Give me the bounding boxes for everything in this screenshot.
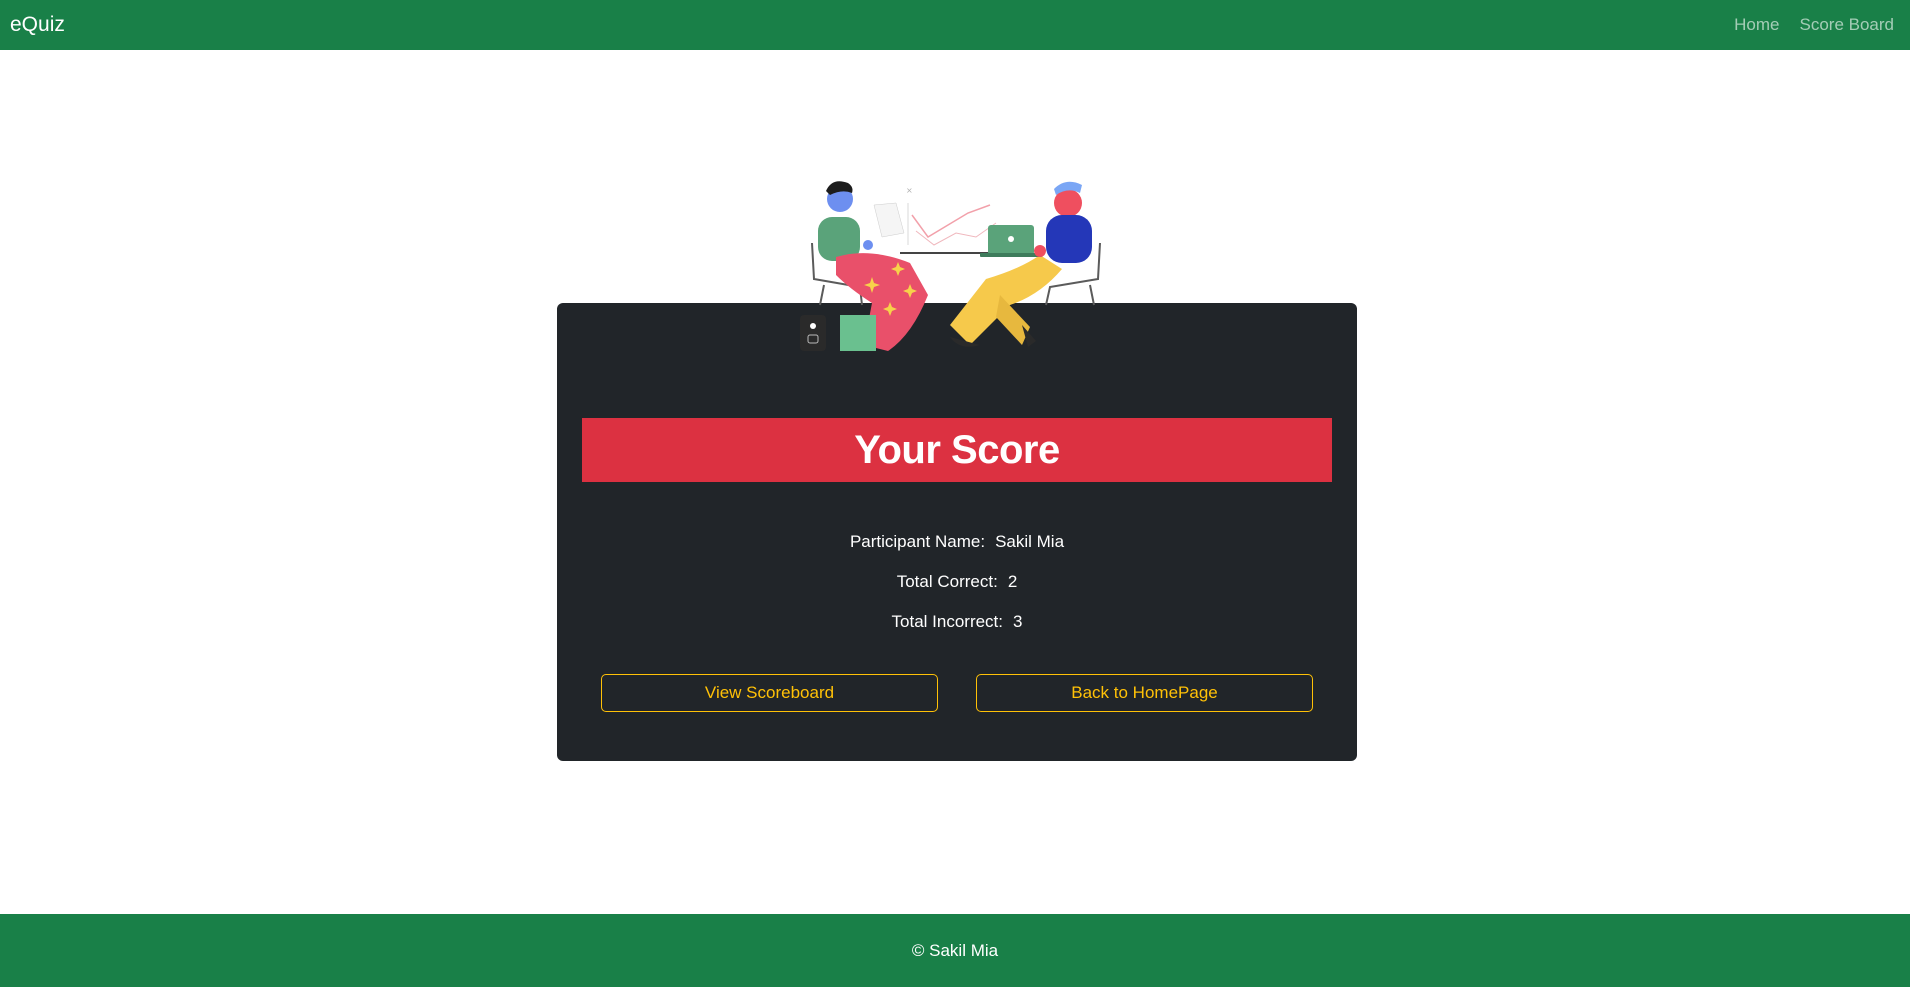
score-title: Your Score xyxy=(854,427,1060,472)
participant-name-label: Participant Name: xyxy=(849,532,986,551)
back-to-homepage-button[interactable]: Back to HomePage xyxy=(976,674,1313,712)
nav-links: Home Score Board xyxy=(1734,15,1900,35)
view-scoreboard-button[interactable]: View Scoreboard xyxy=(601,674,938,712)
total-incorrect-value: 3 xyxy=(1013,612,1023,631)
total-incorrect-label: Total Incorrect: xyxy=(891,612,1004,631)
total-incorrect-row: Total Incorrect: 3 xyxy=(557,612,1357,632)
participant-name-value: Sakil Mia xyxy=(995,532,1065,551)
total-correct-row: Total Correct: 2 xyxy=(557,572,1357,592)
participant-name-row: Participant Name: Sakil Mia xyxy=(557,532,1357,552)
total-correct-value: 2 xyxy=(1007,572,1018,591)
two-people-working-illustration: × xyxy=(800,181,1101,351)
brand-logo[interactable]: eQuiz xyxy=(10,13,65,37)
total-correct-label: Total Correct: xyxy=(896,572,998,591)
footer: © Sakil Mia xyxy=(0,914,1910,987)
footer-copyright: © Sakil Mia xyxy=(911,940,999,960)
nav-link-home[interactable]: Home xyxy=(1734,15,1779,35)
nav-link-score-board[interactable]: Score Board xyxy=(1800,15,1895,35)
navbar: eQuiz Home Score Board xyxy=(0,0,1910,50)
score-banner: Your Score xyxy=(582,418,1332,482)
svg-text:×: × xyxy=(906,186,913,195)
